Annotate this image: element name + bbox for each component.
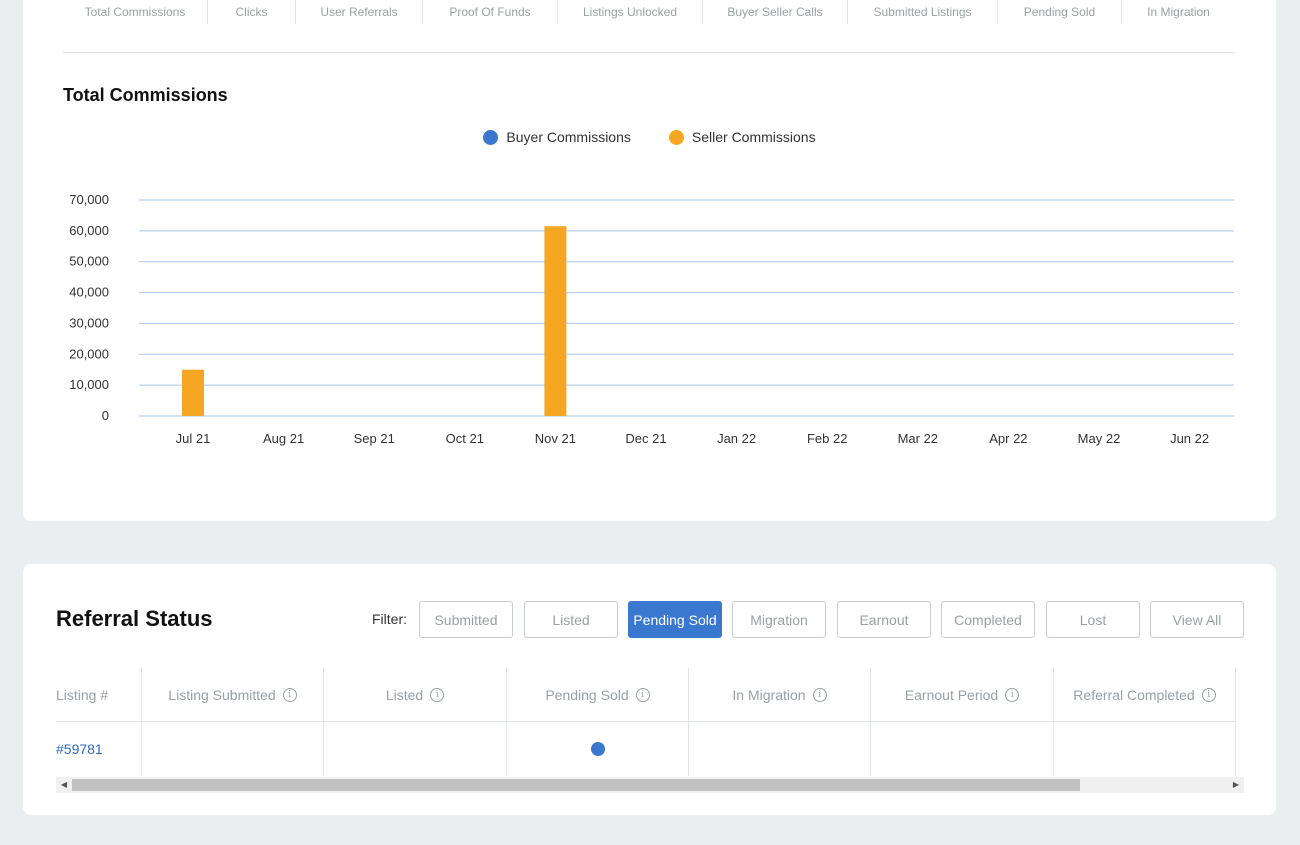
x-tick-label: Aug 21: [263, 431, 304, 446]
bar-seller-commissions[interactable]: [544, 226, 567, 416]
y-tick-label: 40,000: [69, 285, 109, 300]
x-tick-label: Feb 22: [807, 431, 847, 446]
cell-pending-sold: [507, 722, 689, 776]
x-tick-label: Sep 21: [354, 431, 395, 446]
filter-pending-sold-button[interactable]: Pending Sold: [628, 601, 722, 638]
bar-seller-commissions[interactable]: [182, 369, 204, 416]
info-icon[interactable]: i: [635, 687, 650, 702]
commissions-chart: 70,000 60,000 50,000 40,000 30,000 20,000 10,0…: [69, 192, 1234, 446]
filter-lost-button[interactable]: Lost: [1046, 601, 1140, 638]
cell-listing-submitted: [142, 722, 324, 776]
filter-earnout-button[interactable]: Earnout: [837, 601, 931, 638]
col-listing-number[interactable]: Listing #: [56, 668, 142, 721]
info-icon[interactable]: i: [1005, 687, 1020, 702]
scroll-thumb[interactable]: [72, 779, 1080, 791]
cell-in-migration: [689, 722, 871, 776]
info-icon[interactable]: i: [812, 687, 827, 702]
col-in-migration[interactable]: In Migration i: [689, 668, 871, 721]
col-pending-sold[interactable]: Pending Sold i: [507, 668, 689, 721]
col-listing-submitted[interactable]: Listing Submitted i: [142, 668, 324, 721]
cell-listing-number: #59781: [56, 722, 142, 776]
filter-migration-button[interactable]: Migration: [732, 601, 826, 638]
col-label: Referral Completed: [1073, 686, 1195, 703]
y-tick-label: 20,000: [69, 346, 109, 361]
filter-listed-button[interactable]: Listed: [524, 601, 618, 638]
y-tick-label: 70,000: [69, 192, 109, 207]
col-referral-completed[interactable]: Referral Completed i: [1054, 668, 1236, 721]
x-tick-label: Dec 21: [625, 431, 666, 446]
referral-status-card: Referral Status Filter: Submitted Listed…: [23, 564, 1276, 815]
horizontal-scrollbar[interactable]: ◀ ▶: [56, 777, 1244, 793]
y-tick-label: 10,000: [69, 377, 109, 392]
info-icon[interactable]: i: [282, 687, 297, 702]
y-tick-label: 50,000: [69, 254, 109, 269]
filter-view-all-button[interactable]: View All: [1150, 601, 1244, 638]
table-header-row: Listing # Listing Submitted i Listed i P…: [56, 668, 1236, 722]
commissions-card: Total Commissions Clicks User Referrals …: [23, 0, 1276, 521]
cell-referral-completed: [1054, 722, 1236, 776]
listing-link[interactable]: #59781: [56, 741, 103, 757]
x-tick-label: Jun 22: [1170, 431, 1209, 446]
col-label: Listing #: [56, 686, 109, 703]
col-label: Earnout Period: [904, 686, 999, 703]
info-icon[interactable]: i: [1201, 687, 1216, 702]
cell-earnout-period: [871, 722, 1054, 776]
scroll-right-icon[interactable]: ▶: [1230, 777, 1242, 793]
col-label: In Migration: [732, 686, 806, 703]
col-label: Pending Sold: [545, 686, 629, 703]
status-dot: [590, 742, 605, 756]
col-earnout-period[interactable]: Earnout Period i: [871, 668, 1054, 721]
x-tick-label: Oct 21: [446, 431, 484, 446]
referral-status-title: Referral Status: [56, 606, 213, 631]
cell-listed: [324, 722, 507, 776]
info-icon[interactable]: i: [430, 687, 445, 702]
scroll-left-icon[interactable]: ◀: [58, 777, 70, 793]
x-tick-label: Jan 22: [717, 431, 756, 446]
col-listed[interactable]: Listed i: [324, 668, 507, 721]
x-tick-label: May 22: [1078, 431, 1121, 446]
x-tick-label: Mar 22: [898, 431, 938, 446]
y-tick-label: 60,000: [69, 223, 109, 238]
x-tick-label: Nov 21: [535, 431, 576, 446]
col-label: Listed: [385, 686, 424, 703]
referral-table: Listing # Listing Submitted i Listed i P…: [56, 668, 1244, 794]
col-label: Listing Submitted: [168, 686, 276, 703]
table-row: #59781: [56, 722, 1236, 776]
filter-submitted-button[interactable]: Submitted: [419, 601, 513, 638]
x-tick-label: Apr 22: [989, 431, 1027, 446]
x-tick-label: Jul 21: [176, 431, 211, 446]
y-tick-label: 30,000: [69, 315, 109, 330]
filter-completed-button[interactable]: Completed: [941, 601, 1035, 638]
filter-label: Filter:: [372, 611, 407, 627]
y-tick-label: 0: [102, 408, 109, 423]
